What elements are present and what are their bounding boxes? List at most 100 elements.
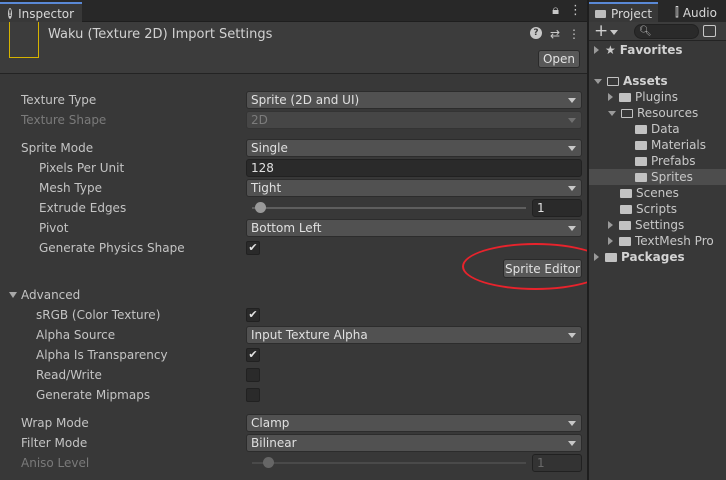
- tree-label: Packages: [621, 250, 685, 264]
- project-tab-bar: Project ⫿ Audio: [589, 0, 726, 23]
- row-texture-shape: Texture Shape 2D: [0, 110, 588, 130]
- read-write-checkbox[interactable]: [246, 368, 260, 382]
- extrude-edges-slider-thumb[interactable]: [255, 202, 267, 213]
- read-write-label: Read/Write: [36, 368, 102, 382]
- wrap-mode-value: Clamp: [251, 416, 290, 430]
- pivot-dropdown[interactable]: Bottom Left: [246, 219, 582, 237]
- generate-mipmaps-label: Generate Mipmaps: [36, 388, 151, 402]
- tree-item-settings[interactable]: Settings: [589, 217, 726, 233]
- chevron-down-icon: [568, 186, 576, 191]
- chevron-down-icon[interactable]: [610, 30, 618, 35]
- row-alpha-is-transparency: Alpha Is Transparency ✔: [0, 345, 588, 365]
- tree-item-packages[interactable]: Packages: [589, 249, 726, 265]
- chevron-down-icon: [608, 110, 616, 116]
- tab-inspector[interactable]: ! Inspector: [0, 2, 82, 23]
- lock-icon[interactable]: 🔒︎: [552, 3, 559, 18]
- tab-audio[interactable]: ⫿ Audio: [669, 2, 723, 23]
- filter-icon[interactable]: [703, 25, 716, 37]
- texture-thumbnail: [9, 22, 39, 58]
- tree-item-scripts[interactable]: Scripts: [589, 201, 726, 217]
- extrude-edges-field[interactable]: 1: [532, 199, 582, 217]
- filter-mode-label: Filter Mode: [21, 436, 88, 450]
- aniso-level-label: Aniso Level: [21, 456, 90, 470]
- wrap-mode-dropdown[interactable]: Clamp: [246, 414, 582, 432]
- folder-icon: [619, 92, 631, 102]
- generate-physics-shape-label: Generate Physics Shape: [39, 241, 185, 255]
- extrude-edges-label: Extrude Edges: [39, 201, 127, 215]
- tree-label: TextMesh Pro: [635, 234, 714, 248]
- folder-icon: [635, 156, 647, 166]
- info-icon: !: [8, 8, 13, 19]
- row-pivot: Pivot Bottom Left: [0, 218, 588, 238]
- tree-item-assets[interactable]: Assets: [589, 73, 726, 89]
- row-srgb: sRGB (Color Texture) ✔: [0, 305, 588, 325]
- folder-icon: [635, 124, 647, 134]
- texture-type-dropdown[interactable]: Sprite (2D and UI): [246, 91, 582, 109]
- folder-open-icon: [607, 76, 619, 86]
- row-alpha-source: Alpha Source Input Texture Alpha: [0, 325, 588, 345]
- advanced-foldout[interactable]: Advanced: [0, 285, 588, 305]
- tab-project-label: Project: [611, 6, 653, 21]
- generate-mipmaps-checkbox[interactable]: [246, 388, 260, 402]
- mesh-type-value: Tight: [251, 181, 282, 195]
- tree-item-materials[interactable]: Materials: [589, 137, 726, 153]
- row-filter-mode: Filter Mode Bilinear: [0, 433, 588, 453]
- srgb-checkbox[interactable]: ✔: [246, 308, 260, 322]
- folder-icon: [605, 252, 617, 262]
- filter-mode-dropdown[interactable]: Bilinear: [246, 434, 582, 452]
- project-search-input[interactable]: 🔍︎: [634, 24, 699, 39]
- tree-item-plugins[interactable]: Plugins: [589, 89, 726, 105]
- tree-item-favorites[interactable]: ★ Favorites: [589, 42, 726, 58]
- sprite-mode-value: Single: [251, 141, 288, 155]
- project-panel: Project ⫿ Audio + 🔍︎ ★ Favorites Assets …: [589, 0, 726, 480]
- star-icon: ★: [605, 43, 616, 57]
- aniso-level-slider-thumb: [263, 457, 275, 468]
- alpha-is-transparency-checkbox[interactable]: ✔: [246, 348, 260, 362]
- more-menu-icon[interactable]: ⋮: [568, 27, 580, 41]
- preset-icon[interactable]: ⇄: [550, 27, 560, 41]
- tree-item-scenes[interactable]: Scenes: [589, 185, 726, 201]
- texture-shape-value: 2D: [251, 113, 268, 127]
- chevron-down-icon: [568, 146, 576, 151]
- pivot-label: Pivot: [39, 221, 69, 235]
- help-icon[interactable]: ?: [529, 27, 542, 39]
- tree-label: Materials: [651, 138, 707, 152]
- extrude-edges-slider-track[interactable]: [252, 207, 526, 209]
- alpha-source-dropdown[interactable]: Input Texture Alpha: [246, 326, 582, 344]
- row-read-write: Read/Write: [0, 365, 588, 385]
- sprite-mode-label: Sprite Mode: [21, 141, 94, 155]
- row-pixels-per-unit: Pixels Per Unit 128: [0, 158, 588, 178]
- add-icon[interactable]: +: [594, 21, 608, 41]
- audio-mixer-icon: ⫿: [675, 5, 679, 19]
- tab-project[interactable]: Project: [589, 2, 659, 23]
- sprite-mode-dropdown[interactable]: Single: [246, 139, 582, 157]
- tree-item-prefabs[interactable]: Prefabs: [589, 153, 726, 169]
- folder-icon: [620, 204, 632, 214]
- tree-label: Sprites: [651, 170, 693, 184]
- mesh-type-dropdown[interactable]: Tight: [246, 179, 582, 197]
- texture-type-label: Texture Type: [21, 93, 97, 107]
- alpha-is-transparency-label: Alpha Is Transparency: [36, 348, 168, 362]
- chevron-down-icon: [568, 98, 576, 103]
- tree-item-resources[interactable]: Resources: [589, 105, 726, 121]
- folder-icon: [619, 220, 631, 230]
- folder-icon: [620, 188, 632, 198]
- filter-mode-value: Bilinear: [251, 436, 297, 450]
- open-button[interactable]: Open: [538, 50, 580, 68]
- more-menu-icon[interactable]: ⋮: [569, 3, 582, 18]
- tree-label: Data: [651, 122, 680, 136]
- tree-item-sprites[interactable]: Sprites: [589, 169, 726, 185]
- alpha-source-label: Alpha Source: [36, 328, 116, 342]
- texture-shape-label: Texture Shape: [21, 113, 107, 127]
- chevron-down-icon: [9, 292, 17, 298]
- chevron-right-icon: [608, 221, 613, 229]
- chevron-down-icon: [568, 333, 576, 338]
- folder-open-icon: [621, 108, 633, 118]
- project-toolbar: + 🔍︎: [589, 21, 726, 41]
- generate-physics-shape-checkbox[interactable]: ✔: [246, 241, 260, 255]
- chevron-down-icon: [594, 78, 602, 84]
- pixels-per-unit-field[interactable]: 128: [246, 159, 582, 177]
- tree-item-textmesh-pro[interactable]: TextMesh Pro: [589, 233, 726, 249]
- tree-item-data[interactable]: Data: [589, 121, 726, 137]
- inspector-tab-bar: ! Inspector 🔒︎ ⋮: [0, 0, 588, 23]
